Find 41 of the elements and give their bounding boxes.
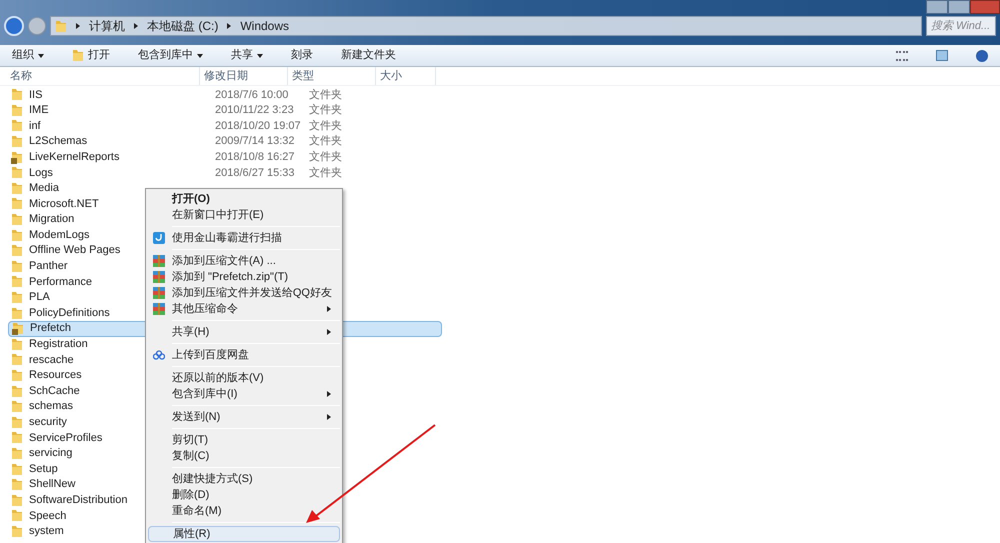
- file-name: Performance: [29, 276, 92, 288]
- file-name: ShellNew: [29, 478, 76, 490]
- file-name: system: [29, 525, 64, 538]
- file-type: 文件夹: [309, 150, 342, 165]
- file-name: Prefetch: [30, 322, 71, 334]
- file-name: SchCache: [29, 384, 80, 397]
- file-name: IIS: [29, 88, 42, 101]
- file-name: ServiceProfiles: [29, 432, 102, 444]
- file-name: LiveKernelReports: [29, 150, 120, 163]
- file-name: Migration: [29, 213, 74, 226]
- modified-date: 2009/7/14 13:32: [215, 134, 296, 150]
- file-name: inf: [29, 120, 41, 132]
- file-name: PLA: [29, 291, 50, 304]
- file-name: Logs: [29, 166, 53, 179]
- file-name: L2Schemas: [29, 135, 88, 148]
- modified-date: 2018/6/27 15:33: [215, 166, 296, 181]
- modified-date: 2010/11/22 3:23: [215, 103, 295, 118]
- modified-date: 2018/10/8 16:27: [215, 150, 296, 165]
- file-name: servicing: [29, 447, 72, 460]
- file-name: Panther: [29, 260, 68, 272]
- file-type: 文件夹: [309, 118, 342, 134]
- file-type: 文件夹: [309, 134, 342, 150]
- file-name: SoftwareDistribution: [29, 494, 128, 506]
- file-name: Media: [29, 182, 59, 194]
- file-name: Registration: [29, 338, 88, 350]
- file-name: Resources: [29, 369, 82, 382]
- file-name: Setup: [29, 462, 58, 475]
- modified-date: 2018/7/6 10:00: [215, 88, 290, 103]
- file-name: rescache: [29, 354, 74, 366]
- file-name: schemas: [29, 400, 74, 412]
- file-name: Speech: [29, 510, 66, 522]
- file-name: IME: [29, 104, 49, 116]
- file-name: PolicyDefinitions: [29, 306, 110, 319]
- file-name: Microsoft.NET: [29, 198, 99, 210]
- modified-date: 2018/10/20 19:07: [215, 118, 302, 134]
- file-name: security: [29, 416, 67, 428]
- file-type: 文件夹: [309, 102, 342, 118]
- file-type: 文件夹: [309, 88, 342, 103]
- file-name: ModemLogs: [29, 228, 90, 241]
- file-name: Offline Web Pages: [29, 244, 120, 256]
- file-type: 文件夹: [309, 166, 342, 181]
